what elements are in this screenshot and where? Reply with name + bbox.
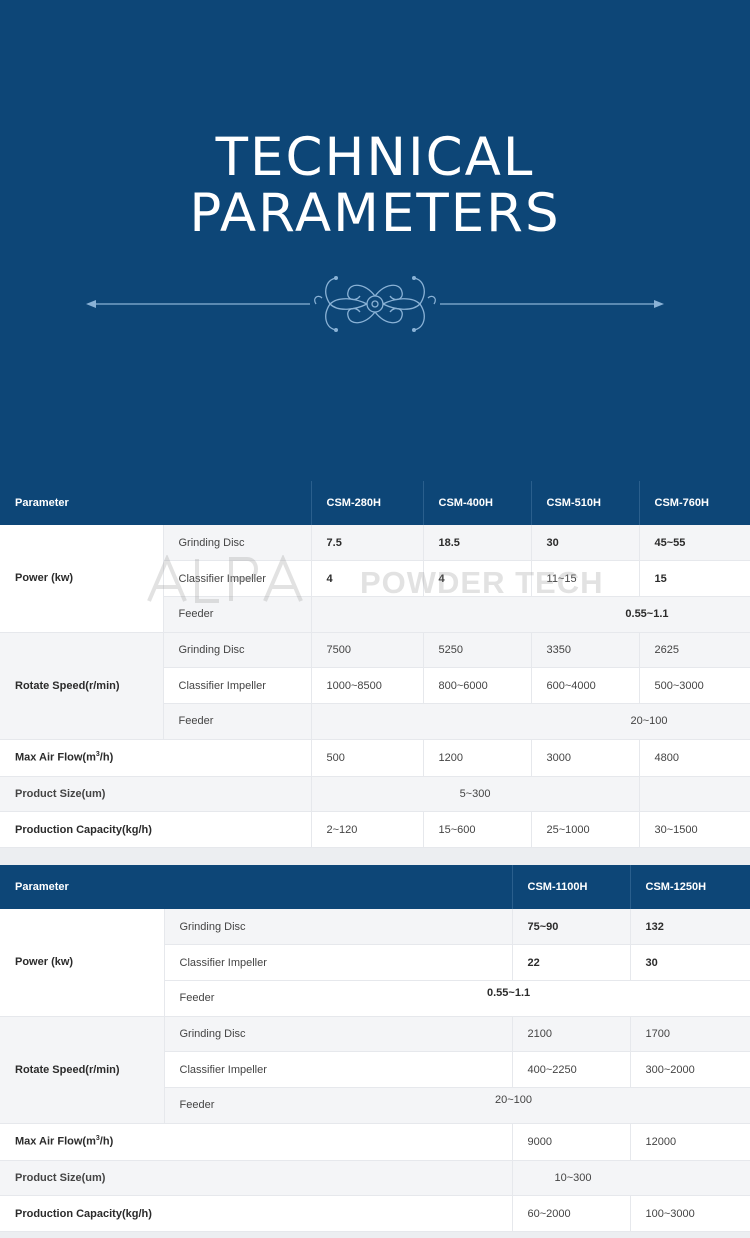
- table-cell: 20~100: [311, 703, 750, 740]
- table-cell: 60~2000: [512, 1195, 631, 1232]
- table-row: Rotate Speed(r/min) Grinding Disc 7500 5…: [0, 632, 750, 740]
- table-cell: 18.5: [423, 525, 532, 562]
- table-cell: 22: [512, 944, 631, 981]
- table-cell: 11~15: [531, 560, 640, 597]
- row-label-airflow: Max Air Flow(m3/h): [0, 739, 312, 777]
- table-cell: 4: [311, 560, 424, 597]
- sub-label-feeder-row: Feeder 0.55~1.1: [164, 980, 750, 1017]
- table-cell: 1000~8500: [311, 667, 424, 704]
- sub-label: Feeder: [163, 596, 312, 633]
- header-model: CSM-510H: [531, 481, 640, 525]
- table-cell: 2625: [639, 632, 750, 669]
- table-row: Max Air Flow(m3/h) 500 1200 3000 4800: [0, 739, 750, 777]
- table-cell: 2~120: [311, 811, 424, 848]
- table-cell: 300~2000: [630, 1051, 750, 1088]
- table-cell: 600~4000: [531, 667, 640, 704]
- table-cell: 15~600: [423, 811, 532, 848]
- table-cell: 3350: [531, 632, 640, 669]
- table-row: Production Capacity(kg/h) 60~2000 100~30…: [0, 1195, 750, 1232]
- table-cell: 800~6000: [423, 667, 532, 704]
- header-model: CSM-1250H: [630, 865, 750, 909]
- sub-label: Grinding Disc: [164, 1016, 513, 1053]
- row-label-rotate-speed: Rotate Speed(r/min): [0, 1016, 165, 1124]
- table-cell: 1200: [423, 739, 532, 777]
- table-cell: 25~1000: [531, 811, 640, 848]
- sub-label: Grinding Disc: [163, 525, 312, 562]
- table-cell: 45~55: [639, 525, 750, 562]
- table-cell: 9000: [512, 1123, 631, 1161]
- table-cell: 100~3000: [630, 1195, 750, 1232]
- table-cell: 0.55~1.1: [311, 596, 750, 633]
- spec-table-1: Parameter CSM-280H CSM-400H CSM-510H CSM…: [0, 481, 750, 848]
- header-parameter: Parameter: [0, 865, 513, 909]
- table-cell: [639, 776, 750, 813]
- table-cell: 10~300: [512, 1160, 750, 1197]
- table-cell: 3000: [531, 739, 640, 777]
- table-cell: 5250: [423, 632, 532, 669]
- table-cell: 75~90: [512, 909, 631, 946]
- table-cell: 30: [531, 525, 640, 562]
- table-cell: 15: [639, 560, 750, 597]
- header-model: CSM-1100H: [512, 865, 631, 909]
- table-cell: 7.5: [311, 525, 424, 562]
- header-model: CSM-760H: [639, 481, 750, 525]
- table-row: Rotate Speed(r/min) Grinding Disc 2100 1…: [0, 1016, 750, 1124]
- sub-label: Feeder: [163, 703, 312, 740]
- table-row: Max Air Flow(m3/h) 9000 12000: [0, 1123, 750, 1161]
- page-title-line1: TECHNICAL: [215, 127, 535, 188]
- sub-label: Classifier Impeller: [163, 667, 312, 704]
- row-label-capacity: Production Capacity(kg/h): [0, 1195, 513, 1232]
- row-label-product-size: Product Size(um): [0, 776, 312, 813]
- row-label-product-size: Product Size(um): [0, 1160, 513, 1197]
- table-cell: 400~2250: [512, 1051, 631, 1088]
- table-header-row: Parameter CSM-280H CSM-400H CSM-510H CSM…: [0, 481, 750, 525]
- table-cell: 132: [630, 909, 750, 946]
- header-model: CSM-280H: [311, 481, 424, 525]
- ornament-divider-icon: [86, 276, 664, 332]
- header-model: CSM-400H: [423, 481, 532, 525]
- hero-banner: TECHNICAL PARAMETERS: [0, 0, 750, 481]
- table-cell: 7500: [311, 632, 424, 669]
- sub-label-feeder-row: Feeder 20~100: [164, 1087, 750, 1124]
- header-parameter: Parameter: [0, 481, 312, 525]
- table-row: Product Size(um) 5~300: [0, 776, 750, 813]
- row-label-power: Power (kw): [0, 525, 164, 633]
- table-cell: 2100: [512, 1016, 631, 1053]
- table-cell: 4: [423, 560, 532, 597]
- sub-label: Grinding Disc: [164, 909, 513, 946]
- sub-label: Grinding Disc: [163, 632, 312, 669]
- spec-table-2: Parameter CSM-1100H CSM-1250H Power (kw)…: [0, 865, 750, 1232]
- table-cell: 4800: [639, 739, 750, 777]
- table-row: Power (kw) Grinding Disc 7.5 18.5 30 45~…: [0, 525, 750, 633]
- table-cell: 500~3000: [639, 667, 750, 704]
- row-label-power: Power (kw): [0, 909, 165, 1017]
- table-row: Product Size(um) 10~300: [0, 1160, 750, 1197]
- table-header-row: Parameter CSM-1100H CSM-1250H: [0, 865, 750, 909]
- table-row: Power (kw) Grinding Disc 75~90 132: [0, 909, 750, 1017]
- table-row: Production Capacity(kg/h) 2~120 15~600 2…: [0, 811, 750, 848]
- row-label-capacity: Production Capacity(kg/h): [0, 811, 312, 848]
- sub-label: Classifier Impeller: [163, 560, 312, 597]
- sub-label: Classifier Impeller: [164, 1051, 513, 1088]
- table-cell: 5~300: [311, 776, 640, 813]
- table-cell: 500: [311, 739, 424, 777]
- row-label-rotate-speed: Rotate Speed(r/min): [0, 632, 164, 740]
- sub-label: Classifier Impeller: [164, 944, 513, 981]
- table-cell: 30~1500: [639, 811, 750, 848]
- table-cell: 30: [630, 944, 750, 981]
- row-label-airflow: Max Air Flow(m3/h): [0, 1123, 513, 1161]
- table-cell: 1700: [630, 1016, 750, 1053]
- table-cell: 12000: [630, 1123, 750, 1161]
- page-title-line2: PARAMETERS: [189, 183, 561, 244]
